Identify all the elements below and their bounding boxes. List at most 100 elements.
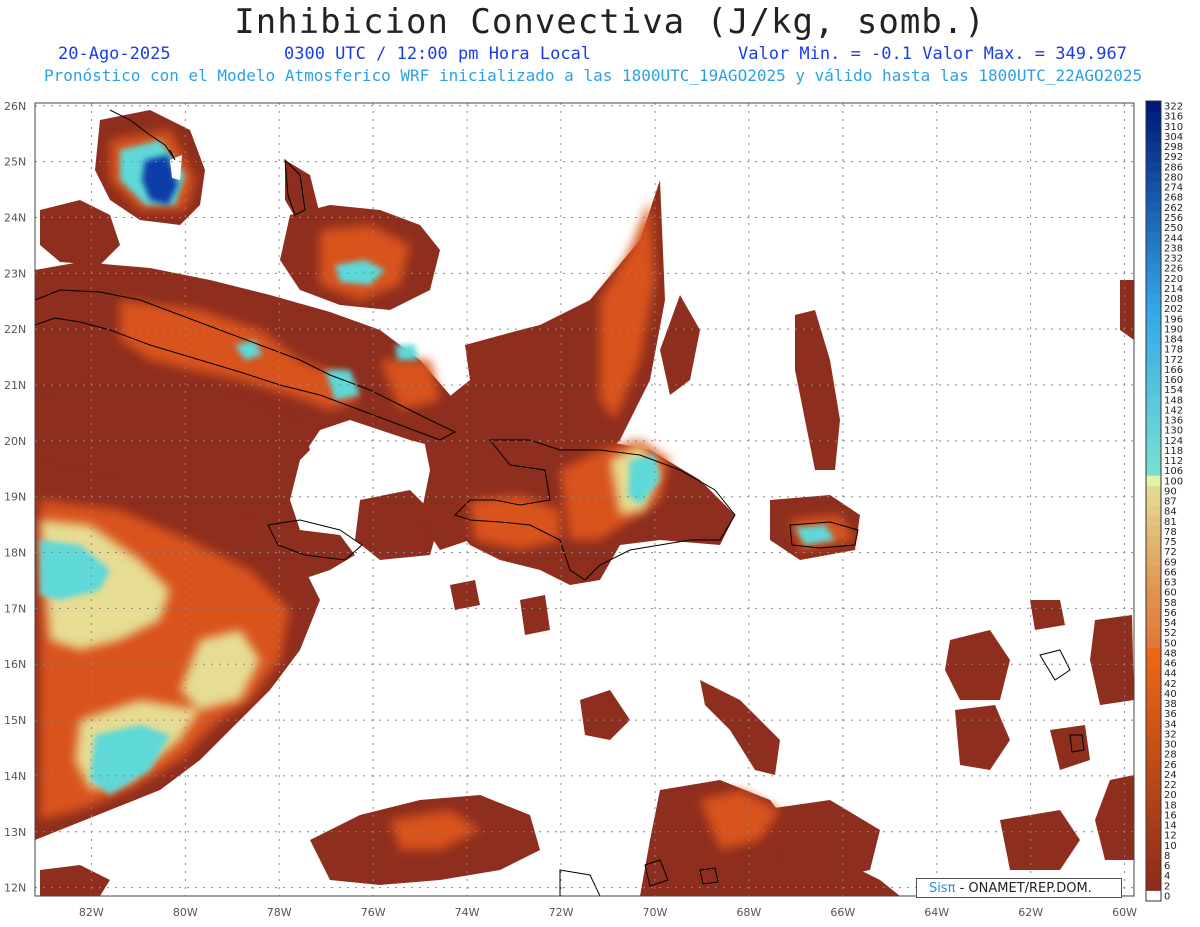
lat-label: 19N — [4, 491, 26, 504]
colorbar-swatch — [1146, 293, 1161, 305]
colorbar-swatch — [1146, 597, 1161, 608]
lat-label: 26N — [4, 100, 26, 113]
colorbar-swatch — [1146, 384, 1161, 396]
colorbar-swatch — [1146, 404, 1161, 416]
colorbar-swatch — [1146, 182, 1161, 193]
colorbar-swatch — [1146, 657, 1161, 669]
lon-label: 60W — [1112, 906, 1137, 919]
colorbar-swatch — [1146, 637, 1161, 649]
colorbar-swatch — [1146, 495, 1161, 507]
colorbar-swatch — [1146, 394, 1161, 406]
colorbar-swatch — [1146, 576, 1161, 588]
colorbar-swatch — [1146, 111, 1161, 122]
colorbar-swatch — [1146, 738, 1161, 750]
colorbar-swatch — [1146, 830, 1161, 841]
colorbar-swatch — [1146, 840, 1161, 851]
colorbar-swatch — [1146, 688, 1161, 699]
lat-label: 16N — [4, 658, 26, 671]
colorbar-swatch — [1146, 506, 1161, 517]
colorbar-swatch — [1146, 809, 1161, 821]
colorbar-swatch — [1146, 627, 1161, 639]
colorbar-swatch — [1146, 465, 1161, 477]
lat-label: 23N — [4, 267, 26, 280]
colorbar-swatch — [1146, 516, 1161, 527]
map-title: Inhibicion Convectiva (J/kg, somb.) — [234, 2, 986, 42]
colorbar-swatch — [1146, 485, 1161, 497]
lon-label: 70W — [643, 906, 668, 919]
colorbar-swatch — [1146, 708, 1161, 720]
colorbar-swatch — [1146, 779, 1161, 791]
colorbar-swatch — [1146, 850, 1161, 861]
colorbar-swatch — [1146, 232, 1161, 244]
colorbar-swatch — [1146, 344, 1161, 355]
colorbar-swatch — [1146, 414, 1161, 426]
colorbar-swatch — [1146, 617, 1161, 629]
colorbar-swatch — [1146, 141, 1161, 153]
lat-label: 22N — [4, 323, 26, 336]
colorbar-swatch — [1146, 546, 1161, 558]
colorbar-swatch — [1146, 283, 1161, 294]
colorbar-swatch — [1146, 728, 1161, 740]
colorbar-swatch — [1146, 759, 1161, 770]
colorbar-swatch — [1146, 425, 1161, 436]
colorbar-swatch — [1146, 749, 1161, 760]
lat-label: 20N — [4, 435, 26, 448]
colorbar-swatch — [1146, 860, 1161, 872]
colorbar-swatch — [1146, 536, 1161, 548]
lat-label: 15N — [4, 714, 26, 727]
colorbar-swatch — [1146, 668, 1161, 679]
colorbar-swatch — [1146, 192, 1161, 203]
lon-label: 72W — [549, 906, 574, 919]
lon-label: 68W — [736, 906, 761, 919]
colorbar-swatch — [1146, 445, 1161, 456]
colorbar-swatch — [1146, 566, 1161, 578]
colorbar-swatch — [1146, 263, 1161, 274]
model-info: Pronóstico con el Modelo Atmosferico WRF… — [44, 66, 1143, 85]
colorbar-swatch — [1146, 769, 1161, 780]
colorbar-swatch — [1146, 435, 1161, 446]
colorbar-swatch — [1146, 354, 1161, 365]
lon-label: 80W — [173, 906, 198, 919]
lon-label: 74W — [455, 906, 480, 919]
lon-label: 64W — [924, 906, 949, 919]
lon-label: 78W — [267, 906, 292, 919]
colorbar-swatch — [1146, 526, 1161, 537]
colorbar-swatch — [1146, 121, 1161, 132]
credit-brand: Sisπ — [929, 881, 956, 896]
colorbar-swatch — [1146, 202, 1161, 213]
lon-label: 76W — [361, 906, 386, 919]
lat-label: 21N — [4, 379, 26, 392]
min-max-values: Valor Min. = -0.1 Valor Max. = 349.967 — [738, 44, 1127, 64]
colorbar-swatch — [1146, 303, 1161, 315]
lat-label: 13N — [4, 826, 26, 839]
colorbar-swatch — [1146, 252, 1161, 264]
colorbar-swatch — [1146, 587, 1161, 598]
colorbar-swatch — [1146, 455, 1161, 467]
colorbar-swatch — [1146, 101, 1161, 112]
colorbar-swatch — [1146, 364, 1161, 375]
lat-label: 25N — [4, 156, 26, 169]
lon-label: 62W — [1018, 906, 1043, 919]
lat-label: 12N — [4, 882, 26, 895]
lon-label: 66W — [830, 906, 855, 919]
colorbar-swatch — [1146, 242, 1161, 254]
colorbar-swatch — [1146, 870, 1161, 882]
colorbar-swatch — [1146, 880, 1161, 892]
latitude-labels: 26N 25N 24N 23N 22N 21N 20N 19N 18N 17N 16N 15N 14N 1… — [4, 100, 26, 895]
colorbar-swatch — [1146, 698, 1161, 710]
colorbar-swatch — [1146, 212, 1161, 224]
colorbar: 3223163103042982922862802742682622562502… — [1145, 100, 1183, 902]
colorbar-swatch — [1146, 323, 1161, 335]
lat-label: 18N — [4, 547, 26, 560]
colorbar-swatch — [1146, 171, 1161, 183]
colorbar-swatch — [1146, 374, 1161, 386]
credit-box: Sisπ - ONAMET/REP.DOM. — [916, 878, 1122, 898]
colorbar-swatch — [1146, 647, 1161, 659]
longitude-labels: 82W 80W 78W 76W 74W 72W 70W 68W 66W 64W 62W 60W — [79, 906, 1137, 919]
colorbar-swatch — [1146, 222, 1161, 234]
colorbar-swatch — [1146, 819, 1161, 831]
colorbar-swatch — [1146, 678, 1161, 689]
forecast-time: 0300 UTC / 12:00 pm Hora Local — [284, 44, 592, 64]
colorbar-swatch — [1146, 890, 1161, 902]
lat-label: 17N — [4, 602, 26, 615]
